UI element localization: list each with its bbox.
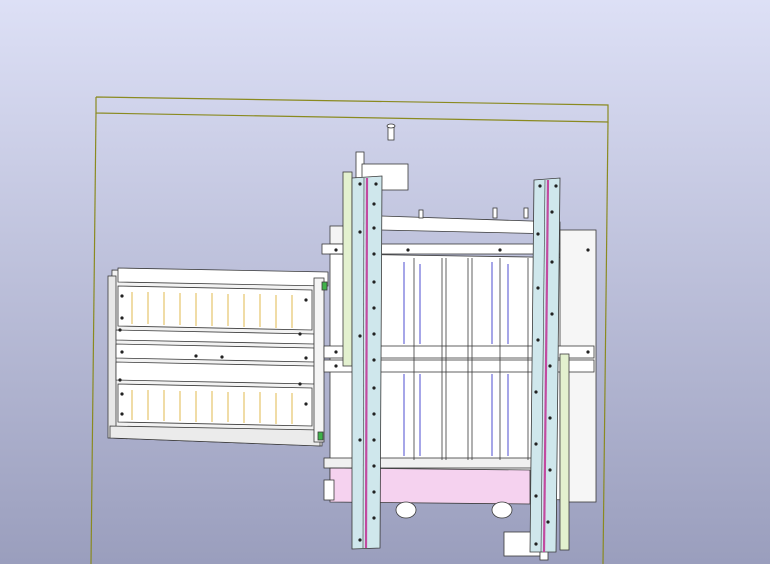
drawer-hinge-top	[321, 281, 328, 291]
cad-viewport[interactable]	[0, 0, 770, 564]
right-rail	[529, 177, 561, 553]
top-fastener	[386, 123, 396, 141]
foot-left	[395, 501, 417, 519]
green-bar-right	[559, 353, 570, 551]
cad-scene	[0, 0, 770, 564]
foot-right	[491, 501, 513, 519]
left-rail	[351, 175, 383, 550]
drawer-hinge-bottom	[317, 431, 324, 441]
green-bar-left	[342, 171, 353, 367]
left-drawer-module	[107, 267, 329, 447]
